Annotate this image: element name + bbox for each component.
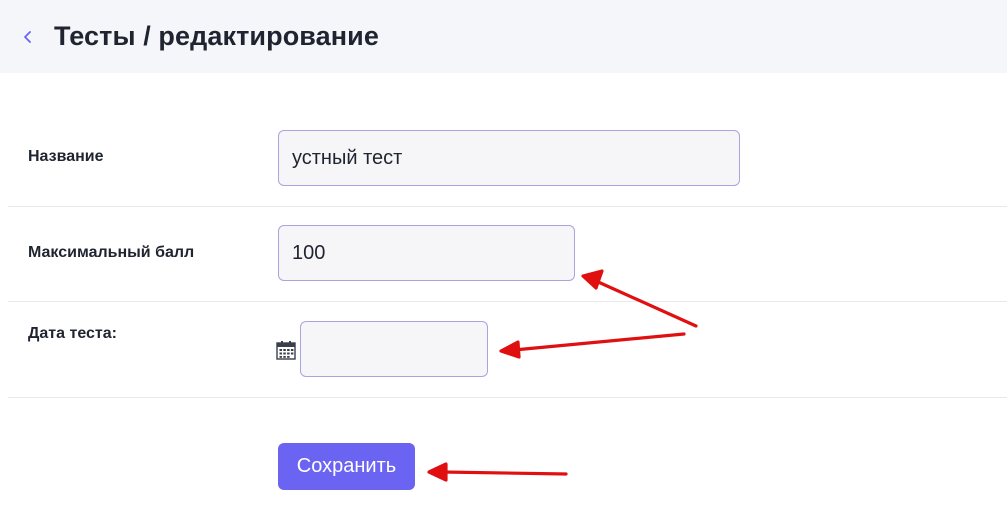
page-title: Тесты / редактирование — [54, 21, 379, 51]
form-row-name: Название — [8, 110, 1007, 207]
form-row-max-score: Максимальный балл — [8, 207, 1007, 302]
test-date-input[interactable] — [300, 321, 488, 377]
annotation-arrow-save — [440, 470, 568, 476]
calendar-icon[interactable] — [276, 340, 296, 360]
max-score-input[interactable] — [278, 225, 575, 281]
page-header: Тесты / редактирование — [0, 0, 1007, 73]
save-button[interactable]: Сохранить — [278, 443, 415, 490]
test-date-label: Дата теста: — [28, 325, 117, 342]
name-label: Название — [28, 148, 104, 165]
back-button[interactable] — [16, 25, 40, 49]
form-row-test-date: Дата теста: — [8, 302, 1007, 398]
max-score-label: Максимальный балл — [28, 244, 195, 261]
chevron-left-icon — [24, 30, 31, 43]
edit-test-page: Тесты / редактирование Название Максимал… — [0, 0, 1007, 525]
name-input[interactable] — [278, 130, 740, 186]
annotation-arrow-save-head — [427, 462, 448, 482]
